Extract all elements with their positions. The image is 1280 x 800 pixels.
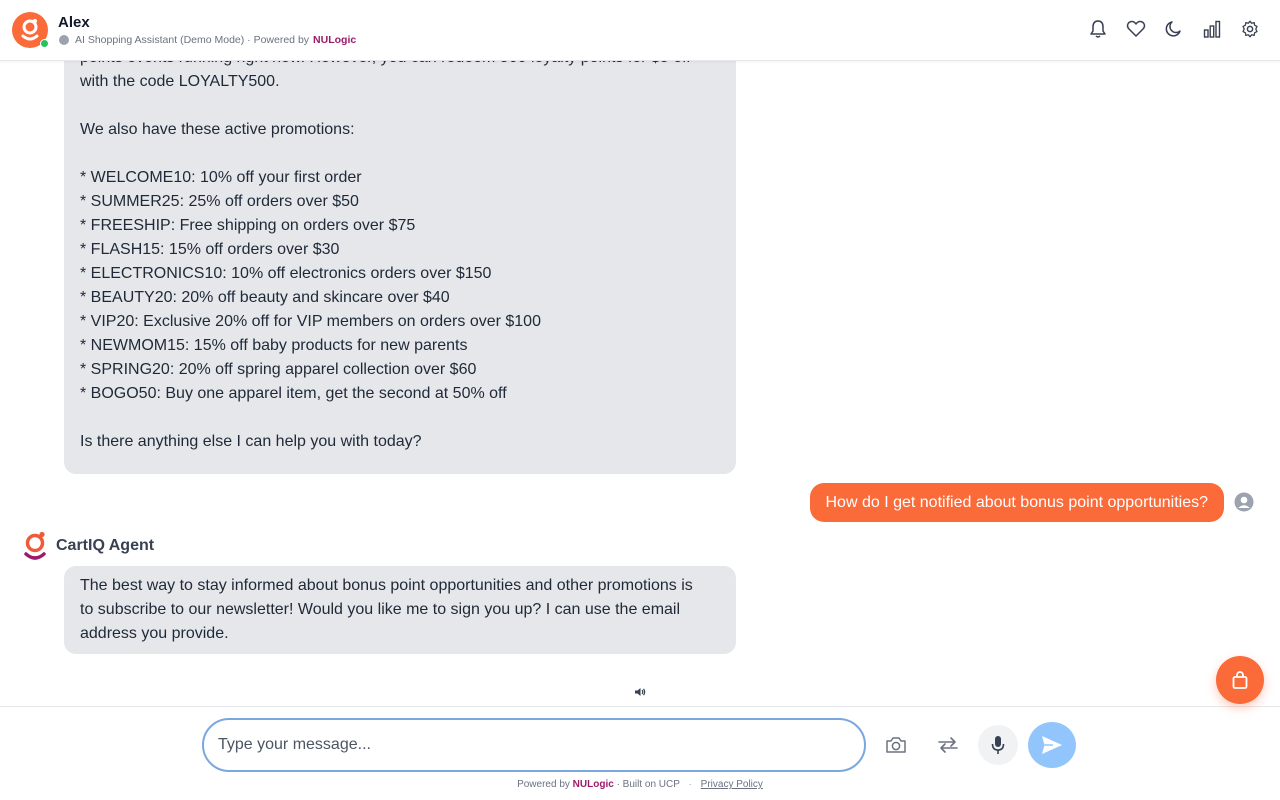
message-input[interactable] (202, 718, 866, 772)
composer: Powered by NULogic · Built on UCP · Priv… (0, 706, 1280, 800)
footer: Powered by NULogic · Built on UCP · Priv… (0, 779, 1280, 790)
speaker-icon[interactable] (634, 685, 646, 697)
info-icon (59, 35, 69, 45)
chart-icon[interactable] (1202, 18, 1222, 40)
brand-link[interactable]: NULogic (313, 34, 356, 46)
switch-mode-button[interactable] (928, 725, 968, 765)
agent-name: CartIQ Agent (56, 537, 155, 554)
chat-area[interactable]: points events running right now. However… (0, 61, 1280, 706)
footer-built-on: · Built on UCP (616, 779, 680, 790)
bot-message-text: points events running right now. However… (80, 61, 691, 450)
assistant-subtitle: AI Shopping Assistant (Demo Mode) · Powe… (59, 34, 356, 46)
voice-input-button[interactable] (978, 725, 1018, 765)
online-status-dot (40, 39, 49, 48)
heart-icon[interactable] (1126, 18, 1146, 40)
privacy-policy-link[interactable]: Privacy Policy (701, 779, 763, 790)
camera-button[interactable] (876, 725, 916, 765)
microphone-icon (991, 736, 1005, 754)
cart-button[interactable] (1216, 656, 1264, 704)
footer-separator: · (688, 779, 692, 790)
moon-icon[interactable] (1164, 18, 1184, 40)
app-header: Alex AI Shopping Assistant (Demo Mode) ·… (0, 0, 1280, 61)
assistant-avatar (12, 12, 49, 48)
gear-icon[interactable] (1240, 18, 1260, 40)
user-avatar-icon (1234, 492, 1254, 512)
shopping-bag-icon (1232, 671, 1248, 689)
footer-powered-by: Powered by (517, 779, 570, 790)
camera-icon (886, 737, 906, 753)
send-icon (1042, 736, 1062, 754)
swap-arrows-icon (938, 737, 958, 753)
user-message: How do I get notified about bonus point … (809, 483, 1224, 522)
bot-message: The best way to stay informed about bonu… (64, 566, 736, 654)
agent-logo-icon (22, 530, 50, 562)
bell-icon[interactable] (1088, 18, 1108, 40)
footer-brand-link[interactable]: NULogic (573, 779, 614, 790)
subtitle-text: AI Shopping Assistant (Demo Mode) · Powe… (75, 34, 310, 46)
bot-message: points events running right now. However… (64, 61, 736, 474)
send-button[interactable] (1028, 722, 1076, 768)
assistant-name: Alex (58, 14, 90, 31)
cartiq-logo-icon (21, 19, 39, 41)
